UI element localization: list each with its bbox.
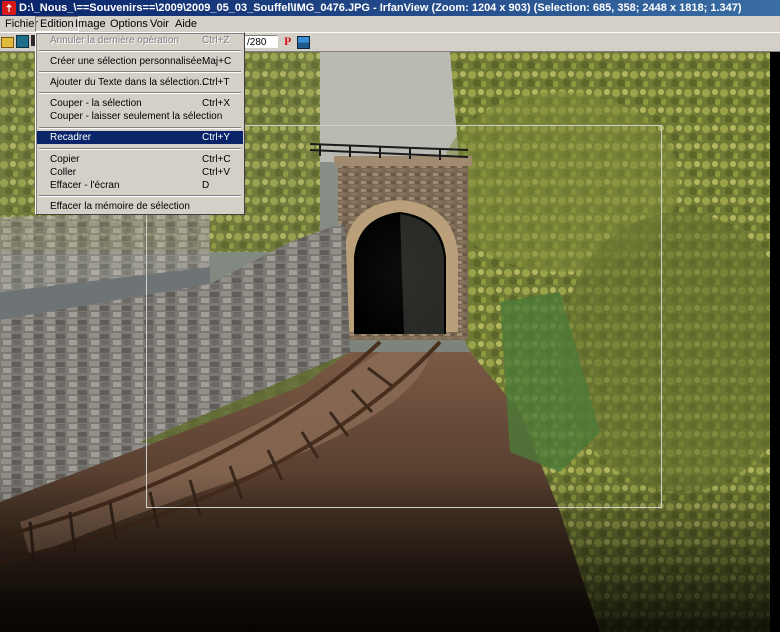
menu-item-undo: Annuler la dernière opération Ctrl+Z: [50, 35, 230, 46]
page-number-field[interactable]: /280: [244, 35, 278, 48]
edition-dropdown-menu: Annuler la dernière opération Ctrl+Z Crée…: [35, 32, 245, 215]
menu-separator: [39, 148, 241, 150]
menu-voir[interactable]: Voir: [146, 17, 173, 31]
menu-item-add-text[interactable]: Ajouter du Texte dans la sélection... Ctr…: [37, 76, 243, 89]
menu-item-crop[interactable]: Recadrer Ctrl+Y: [37, 131, 243, 144]
menu-separator: [39, 50, 241, 52]
menu-item-clear-screen[interactable]: Effacer - l'écran D: [37, 179, 243, 192]
menu-item-create-selection[interactable]: Créer une sélection personnalisée... Maj+…: [37, 55, 243, 68]
save-icon[interactable]: [16, 35, 29, 48]
menu-bar: Fichier Edition Image Options Voir Aide: [0, 16, 780, 33]
menu-item-copy[interactable]: Copier Ctrl+C: [37, 153, 243, 166]
open-folder-icon[interactable]: [1, 37, 14, 48]
menu-image[interactable]: Image: [71, 17, 110, 31]
irfanview-app-icon[interactable]: [2, 1, 16, 15]
title-bar: D:\_Nous_\==Souvenirs==\2009\2009_05_03_…: [0, 0, 780, 16]
menu-separator: [39, 127, 241, 129]
menu-item-clear-selection-memory[interactable]: Effacer la mémoire de sélection: [37, 200, 243, 213]
menu-separator: [39, 195, 241, 197]
menu-item-paste[interactable]: Coller Ctrl+V: [37, 166, 243, 179]
menu-item-cut-keep-selection[interactable]: Couper - laisser seulement la sélection: [37, 110, 243, 123]
window-title: D:\_Nous_\==Souvenirs==\2009\2009_05_03_…: [19, 2, 742, 14]
menu-separator: [39, 92, 241, 94]
p-icon[interactable]: P: [284, 34, 291, 49]
menu-aide[interactable]: Aide: [171, 17, 201, 31]
menu-separator: [39, 71, 241, 73]
paint-icon[interactable]: [297, 36, 310, 49]
menu-item-cut-selection[interactable]: Couper - la sélection Ctrl+X: [37, 97, 243, 110]
